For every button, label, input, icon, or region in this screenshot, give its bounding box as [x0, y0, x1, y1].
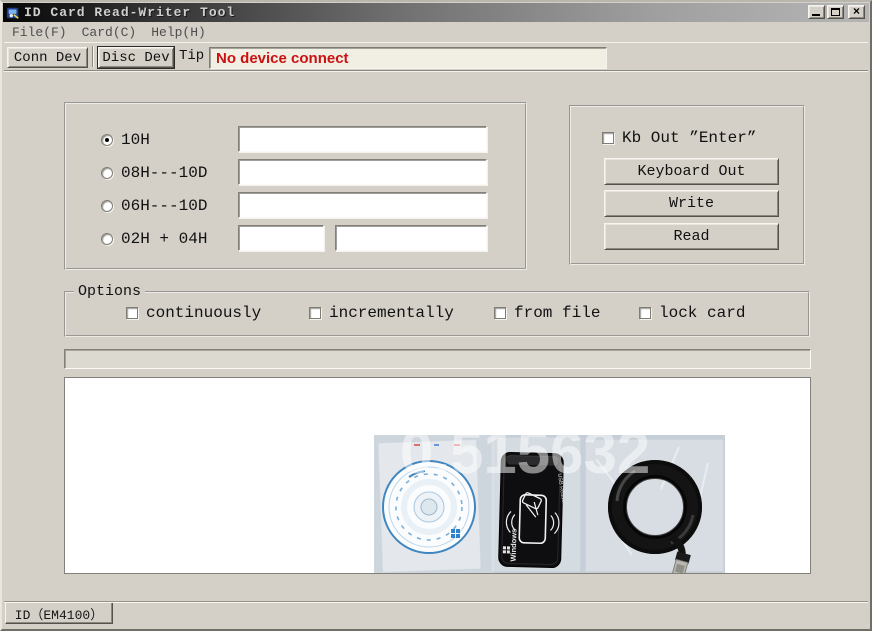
picture-panel: Windows USB Reader 0.515632: [64, 377, 811, 574]
incrementally-checkbox[interactable]: [309, 307, 321, 319]
menu-help[interactable]: Help(H): [151, 25, 206, 40]
tip-label: Tip: [179, 48, 205, 64]
lock-card-label[interactable]: lock card: [659, 305, 745, 321]
from-file-checkbox[interactable]: [494, 307, 506, 319]
radio-10h[interactable]: [101, 134, 113, 146]
radio-02h-04h[interactable]: [101, 233, 113, 245]
read-button[interactable]: Read: [604, 223, 779, 250]
radio-06h-10d[interactable]: [101, 200, 113, 212]
options-group-title: Options: [74, 284, 146, 300]
title-bar: ID Card Read-Writer Tool ×: [3, 3, 869, 22]
keyboard-out-button[interactable]: Keyboard Out: [604, 158, 779, 185]
input-08h-10d[interactable]: [238, 159, 487, 185]
minimize-button[interactable]: [808, 5, 825, 19]
radio-08h-10d[interactable]: [101, 167, 113, 179]
radio-08h-10d-label[interactable]: 08H---10D: [121, 165, 207, 181]
input-04h[interactable]: [335, 225, 487, 251]
options-group: Options continuously incrementally from …: [64, 284, 810, 337]
connect-device-button[interactable]: Conn Dev: [7, 47, 88, 68]
menu-card[interactable]: Card(C): [82, 25, 137, 40]
disconnect-device-button[interactable]: Disc Dev: [97, 46, 175, 69]
continuously-label[interactable]: continuously: [146, 305, 261, 321]
radio-06h-10d-label[interactable]: 06H---10D: [121, 198, 207, 214]
output-group: Kb Out ”Enter” Keyboard Out Write Read: [569, 105, 805, 265]
reader-brand-text: Windows: [509, 529, 519, 562]
app-icon: [6, 7, 19, 19]
close-button[interactable]: ×: [848, 5, 865, 19]
incrementally-label[interactable]: incrementally: [329, 305, 454, 321]
price-watermark: 0.515632: [400, 435, 650, 486]
write-button[interactable]: Write: [604, 190, 779, 217]
tab-id-em4100[interactable]: ID（EM4100）: [5, 603, 113, 624]
input-02h[interactable]: [238, 225, 324, 251]
input-06h-10d[interactable]: [238, 192, 487, 218]
menu-file[interactable]: File(F): [12, 25, 67, 40]
app-window: ID Card Read-Writer Tool × File(F) Card(…: [0, 0, 872, 631]
kb-out-enter-label[interactable]: Kb Out ”Enter”: [622, 130, 756, 146]
continuously-checkbox[interactable]: [126, 307, 138, 319]
toolbar: Conn Dev Disc Dev Tip No device connect: [4, 42, 868, 71]
status-text: No device connect: [216, 49, 349, 67]
maximize-icon: [831, 8, 840, 16]
card-data-group: 10H 08H---10D 06H---10D 02H + 04H: [64, 102, 527, 270]
menu-bar: File(F) Card(C) Help(H): [4, 22, 868, 42]
tab-strip-divider: [4, 601, 868, 603]
lock-card-checkbox[interactable]: [639, 307, 651, 319]
toolbar-separator: [92, 46, 94, 67]
status-box: No device connect: [209, 47, 607, 69]
from-file-label[interactable]: from file: [514, 305, 600, 321]
progress-bar: [64, 349, 811, 369]
maximize-button[interactable]: [827, 5, 844, 19]
input-10h[interactable]: [238, 126, 487, 152]
radio-10h-label[interactable]: 10H: [121, 132, 150, 148]
window-title: ID Card Read-Writer Tool: [24, 5, 236, 20]
close-icon: ×: [852, 5, 861, 19]
minimize-icon: [812, 14, 820, 16]
product-photo: Windows USB Reader 0.515632: [374, 435, 725, 573]
kb-out-enter-checkbox[interactable]: [602, 132, 614, 144]
radio-02h-04h-label[interactable]: 02H + 04H: [121, 231, 207, 247]
